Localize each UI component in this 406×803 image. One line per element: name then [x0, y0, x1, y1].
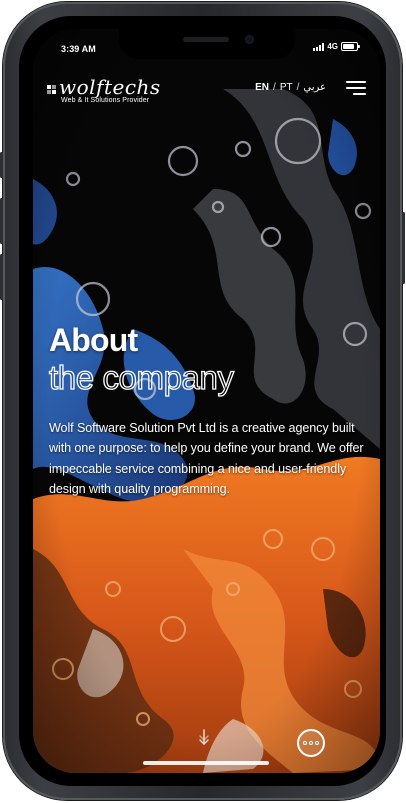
- home-indicator[interactable]: [143, 761, 269, 765]
- front-camera: [245, 35, 254, 44]
- side-button-volume-up: [0, 198, 3, 244]
- phone-screen: 3:39 AM 4G wolftechs Web & It Solutions …: [33, 29, 380, 773]
- status-icons: 4G: [313, 42, 360, 51]
- more-dots-icon[interactable]: [297, 729, 325, 757]
- logo-squares-icon: [47, 85, 57, 95]
- language-separator: /: [273, 82, 276, 93]
- status-time: 3:39 AM: [61, 44, 96, 54]
- hamburger-menu-icon[interactable]: [346, 80, 366, 96]
- phone-frame: 3:39 AM 4G wolftechs Web & It Solutions …: [0, 2, 405, 800]
- side-button-power: [402, 212, 405, 284]
- notch: [119, 29, 295, 59]
- hero-description: Wolf Software Solution Pvt Ltd is a crea…: [49, 421, 364, 496]
- hero-subtitle: the company: [48, 359, 234, 396]
- scroll-down-arrow-icon[interactable]: [197, 729, 211, 747]
- earpiece-speaker: [183, 37, 229, 42]
- dot: [303, 741, 307, 745]
- side-button-volume-down: [0, 254, 3, 300]
- language-separator: /: [296, 82, 300, 93]
- dot: [315, 741, 319, 745]
- network-type: 4G: [327, 42, 338, 51]
- language-option-ar[interactable]: عربي: [303, 82, 326, 93]
- side-button-silent: [0, 152, 3, 178]
- signal-strength-icon: [313, 42, 325, 51]
- dot: [309, 741, 313, 745]
- battery-icon: [341, 42, 360, 51]
- logo-wordmark: wolftechs: [59, 75, 161, 99]
- hero-title: About: [49, 322, 138, 358]
- language-option-en[interactable]: EN: [255, 82, 269, 93]
- logo-tagline: Web & It Solutions Provider: [61, 97, 150, 104]
- language-option-pt[interactable]: PT: [280, 82, 293, 93]
- language-switcher: EN / PT / عربي: [255, 82, 326, 93]
- hero-background-image: [33, 29, 380, 773]
